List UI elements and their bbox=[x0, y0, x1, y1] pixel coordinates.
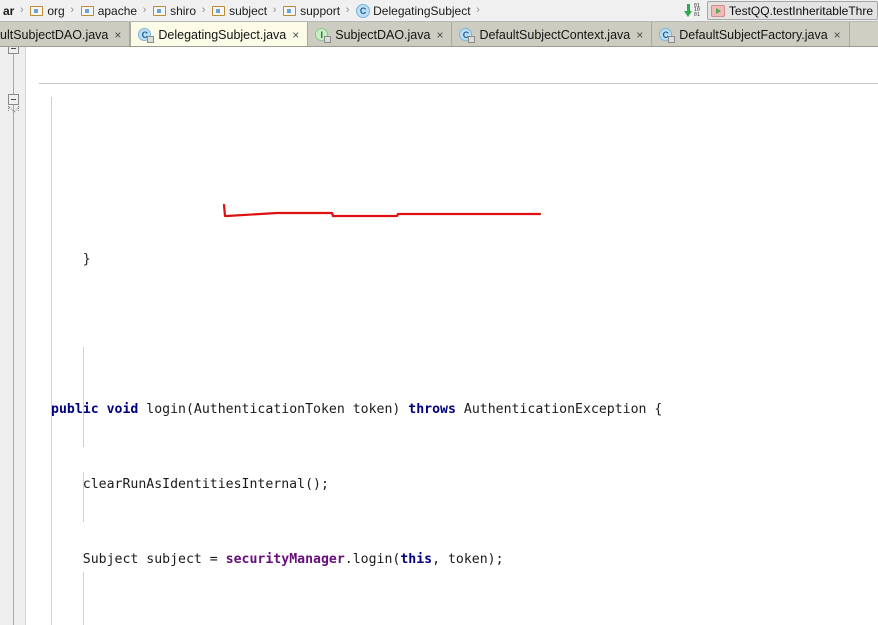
class-icon: C bbox=[659, 27, 676, 43]
folder-icon bbox=[153, 5, 167, 17]
code-token: Subject subject = bbox=[51, 552, 226, 567]
folder-icon bbox=[30, 5, 44, 17]
vcs-update-icon[interactable]: 01 10 01 bbox=[683, 2, 700, 18]
editor-tab-label: SubjectDAO.java bbox=[335, 27, 431, 42]
breadcrumb-separator-icon: › bbox=[142, 4, 147, 16]
code-line: clearRunAsIdentitiesInternal(); bbox=[39, 472, 878, 497]
run-configuration-icon bbox=[710, 4, 725, 17]
breadcrumb-item-support[interactable]: support bbox=[280, 0, 342, 21]
breadcrumb-separator-icon: › bbox=[201, 4, 206, 16]
folder-icon bbox=[283, 5, 297, 17]
code-line: public void login(AuthenticationToken to… bbox=[39, 397, 878, 422]
breadcrumb-navbar: ar › org › apache › shiro › subject › su… bbox=[0, 0, 878, 22]
fold-region-end-icon bbox=[8, 100, 19, 111]
code-token: public void bbox=[51, 402, 147, 417]
download-arrow-icon bbox=[683, 3, 693, 18]
breadcrumb-item-shiro[interactable]: shiro bbox=[150, 0, 198, 21]
breadcrumb-item-apache[interactable]: apache bbox=[78, 0, 139, 21]
breadcrumb-label: DelegatingSubject bbox=[373, 3, 471, 18]
navbar-right-controls: 01 10 01 TestQQ.testInheritableThre bbox=[683, 0, 878, 21]
class-icon: C bbox=[356, 3, 371, 18]
breadcrumb-separator-icon: › bbox=[272, 4, 277, 16]
close-icon[interactable]: × bbox=[290, 29, 301, 41]
editor-tab-defaultsubjectdao[interactable]: ultSubjectDAO.java × bbox=[0, 22, 131, 46]
close-icon[interactable]: × bbox=[112, 29, 123, 41]
code-token: } bbox=[51, 252, 91, 267]
code-line: } bbox=[39, 247, 878, 272]
breadcrumb-separator-icon: › bbox=[476, 4, 480, 16]
editor-tab-label: DefaultSubjectFactory.java bbox=[679, 27, 828, 42]
breadcrumb-item-0[interactable]: ar bbox=[0, 0, 16, 21]
code-token: securityManager bbox=[225, 552, 345, 567]
breadcrumb-item-org[interactable]: org bbox=[27, 0, 66, 21]
breadcrumb-label: support bbox=[300, 3, 341, 18]
close-icon[interactable]: × bbox=[634, 29, 645, 41]
breadcrumb-label: subject bbox=[229, 3, 268, 18]
breadcrumb-separator-icon: › bbox=[20, 4, 24, 16]
editor-tab-defaultsubjectcontext[interactable]: C DefaultSubjectContext.java × bbox=[452, 22, 653, 46]
code-token: throws bbox=[408, 402, 464, 417]
breadcrumb-label: shiro bbox=[170, 3, 197, 18]
editor-tab-label: DefaultSubjectContext.java bbox=[479, 27, 631, 42]
editor-tab-defaultsubjectfactory[interactable]: C DefaultSubjectFactory.java × bbox=[652, 22, 850, 46]
editor-tab-subjectdao[interactable]: I SubjectDAO.java × bbox=[308, 22, 453, 46]
editor-tab-label: DelegatingSubject.java bbox=[158, 27, 287, 42]
breadcrumb-separator-icon: › bbox=[345, 4, 350, 16]
folder-icon bbox=[212, 5, 226, 17]
code-token: AuthenticationException { bbox=[463, 402, 663, 417]
code-token: .login( bbox=[344, 552, 401, 567]
breadcrumb-item-delegatingsubject[interactable]: C DelegatingSubject bbox=[353, 0, 472, 21]
breadcrumb-separator-icon: › bbox=[70, 4, 75, 16]
folder-icon bbox=[80, 5, 95, 17]
code-token: this bbox=[400, 552, 433, 567]
code-token: login(AuthenticationToken token) bbox=[146, 402, 409, 417]
run-configuration-selector[interactable]: TestQQ.testInheritableThre bbox=[706, 1, 878, 20]
indent-guide bbox=[83, 572, 84, 625]
editor-annotation-strip bbox=[26, 47, 39, 625]
breadcrumb-label: apache bbox=[97, 3, 138, 18]
code-line: Subject subject = securityManager.login(… bbox=[39, 547, 878, 572]
fold-collapse-icon[interactable] bbox=[8, 47, 19, 54]
code-editor[interactable]: } public void login(AuthenticationToken … bbox=[0, 47, 878, 625]
code-token: clearRunAsIdentitiesInternal(); bbox=[51, 477, 329, 492]
editor-gutter[interactable] bbox=[0, 47, 26, 625]
breadcrumb-label: ar bbox=[3, 3, 15, 18]
code-content[interactable]: } public void login(AuthenticationToken … bbox=[39, 47, 878, 625]
code-token: , token); bbox=[432, 552, 504, 567]
class-icon: C bbox=[459, 27, 476, 43]
indent-guide bbox=[51, 97, 52, 625]
breadcrumb-label: org bbox=[47, 3, 65, 18]
close-icon[interactable]: × bbox=[832, 29, 843, 41]
editor-tabbar: ultSubjectDAO.java × C DelegatingSubject… bbox=[0, 22, 878, 47]
run-configuration-label: TestQQ.testInheritableThre bbox=[728, 3, 873, 18]
breadcrumb-item-subject[interactable]: subject bbox=[209, 0, 269, 21]
ide-editor-window: ar › org › apache › shiro › subject › su… bbox=[0, 0, 878, 625]
interface-icon: I bbox=[315, 27, 332, 43]
class-icon: C bbox=[138, 27, 155, 43]
close-icon[interactable]: × bbox=[434, 29, 445, 41]
fold-region-line bbox=[13, 111, 14, 625]
editor-tab-delegatingsubject[interactable]: C DelegatingSubject.java × bbox=[130, 22, 309, 46]
binary-digits-icon: 01 10 01 bbox=[693, 2, 700, 18]
editor-tab-label: ultSubjectDAO.java bbox=[0, 27, 109, 42]
